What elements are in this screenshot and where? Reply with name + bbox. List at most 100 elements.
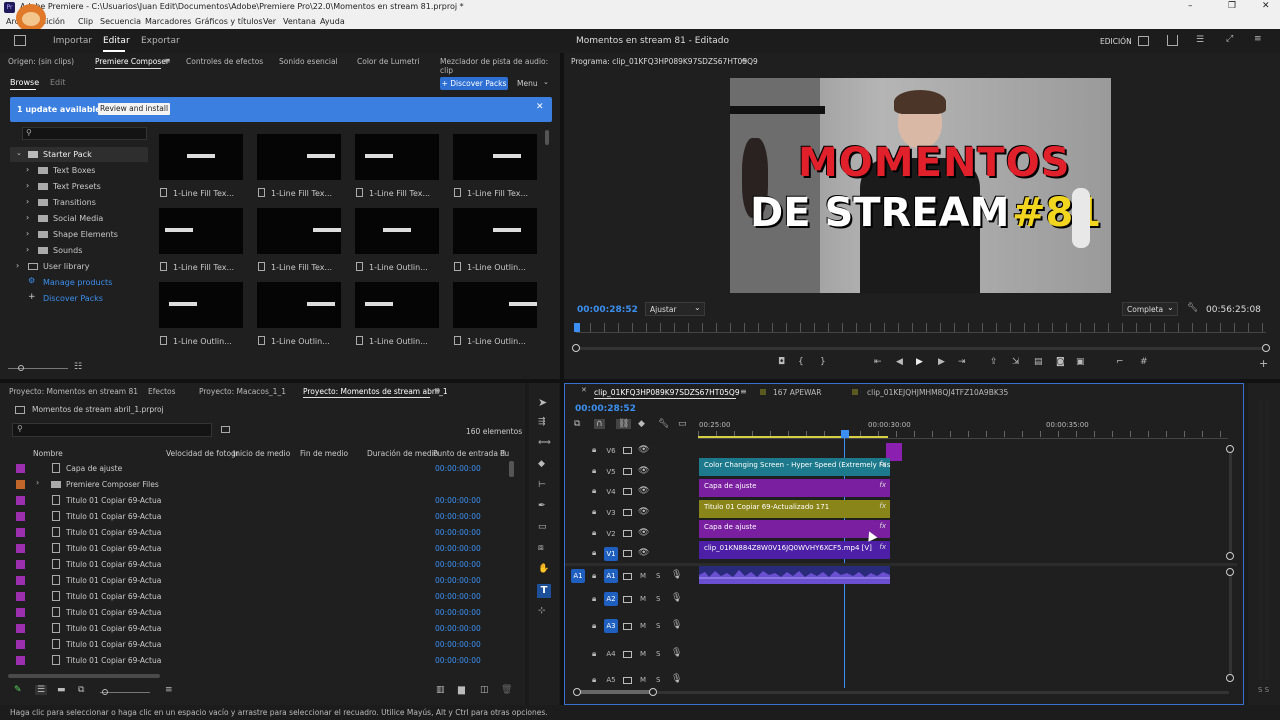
track-name[interactable]: V6 <box>604 444 618 458</box>
v2-clip[interactable]: Capa de ajuste fx <box>699 520 890 538</box>
pen-tool-icon[interactable]: ✒ <box>538 501 546 511</box>
icon-view-icon[interactable]: ▬ <box>57 685 66 695</box>
zoom-slider-thumb[interactable] <box>18 365 24 371</box>
lift-icon[interactable]: ⇪ <box>990 357 998 367</box>
hscroll-handle[interactable] <box>649 688 657 696</box>
track-name[interactable]: A5 <box>604 673 618 687</box>
tab-exportar[interactable]: Exportar <box>141 36 180 46</box>
column-inicio[interactable]: Inicio de medio <box>233 449 290 458</box>
notifications-icon[interactable]: ≡ <box>1254 34 1262 44</box>
column-punto-salida[interactable]: Pu <box>500 449 509 458</box>
column-fin[interactable]: Fin de medio <box>300 449 348 458</box>
pack-thumbnail[interactable] <box>257 134 341 180</box>
menu-graficos[interactable]: Gráficos y títulos <box>195 17 263 26</box>
pack-thumbnail[interactable] <box>453 208 537 254</box>
selection-tool-icon[interactable]: ➤ <box>538 396 547 409</box>
pack-thumbnail[interactable] <box>257 282 341 328</box>
sync-lock-icon[interactable] <box>623 488 632 495</box>
lock-icon[interactable]: 🔒︎ <box>592 548 596 558</box>
mute-button[interactable]: M <box>640 595 646 603</box>
hand-tool-icon[interactable]: ✋ <box>538 564 549 574</box>
zoom-slider-icon[interactable] <box>8 368 68 369</box>
tab-premiere-composer[interactable]: Premiere Composer <box>95 57 169 66</box>
project-list-scrollbar[interactable] <box>509 461 514 477</box>
menu-clip[interactable]: Clip <box>78 17 93 26</box>
ripple-edit-icon[interactable]: ⟺ <box>538 438 551 448</box>
tree-item-discover-packs[interactable]: + Discover Packs <box>10 291 148 306</box>
sync-lock-icon[interactable] <box>623 509 632 516</box>
freeform-view-icon[interactable]: ⧉ <box>78 685 84 695</box>
project-row[interactable]: Titulo 01 Copiar 69-Actualiza 00:00:00:00 <box>8 525 516 541</box>
pack-thumbnail[interactable] <box>355 282 439 328</box>
hscroll-handle[interactable] <box>573 688 581 696</box>
eye-icon[interactable]: 👁︎ <box>638 548 649 558</box>
project-hscrollbar[interactable] <box>8 674 160 678</box>
go-to-in-icon[interactable]: ⇤ <box>874 357 882 367</box>
solo-button[interactable]: S <box>656 595 660 603</box>
label-color-swatch[interactable] <box>16 544 25 553</box>
extract-icon[interactable]: ⇲ <box>1012 357 1020 367</box>
sync-lock-icon[interactable] <box>623 573 632 580</box>
track-name[interactable]: V4 <box>604 485 618 499</box>
timeline-vscroll-audio[interactable] <box>1229 572 1232 678</box>
linked-selection-icon[interactable]: ⛓ <box>616 419 632 429</box>
mark-out-icon[interactable]: } <box>820 357 826 367</box>
vscroll-handle[interactable] <box>1226 552 1234 560</box>
audio-track-header[interactable]: 🔒︎ A3 M S 🎙︎ <box>565 618 698 638</box>
column-nombre[interactable]: Nombre <box>33 449 63 458</box>
project-row[interactable]: Titulo 01 Copiar 69-Actualiza 00:00:00:00 <box>8 621 516 637</box>
microphone-icon[interactable]: 🎙︎ <box>671 620 682 630</box>
tree-item-manage-products[interactable]: ⚙ Manage products <box>10 275 148 290</box>
label-color-swatch[interactable] <box>16 576 25 585</box>
tab-project-macacos[interactable]: Proyecto: Macacos_1_1 <box>199 387 286 396</box>
trim-icon[interactable]: ⌐ <box>1116 357 1124 367</box>
captions-icon[interactable]: ▭ <box>678 419 687 429</box>
solo-button[interactable]: S <box>656 572 660 580</box>
menu-ventana[interactable]: Ventana <box>283 17 316 26</box>
composer-menu-dropdown[interactable]: Menu ⌄ <box>514 77 552 90</box>
pack-thumbnail[interactable] <box>453 134 537 180</box>
mute-button[interactable]: M <box>640 572 646 580</box>
microphone-icon[interactable]: 🎙︎ <box>671 570 682 580</box>
tree-item-user-library[interactable]: › User library <box>10 259 148 274</box>
close-icon[interactable]: ✕ <box>536 102 544 112</box>
tab-controles-efectos[interactable]: Controles de efectos <box>186 57 263 66</box>
pencil-icon[interactable]: ✎ <box>14 685 22 695</box>
program-zoom-bar[interactable] <box>576 347 1266 350</box>
maximize-button[interactable]: ❐ <box>1228 1 1236 11</box>
project-row[interactable]: Titulo 01 Copiar 69-Actualiza 00:00:00:00 <box>8 509 516 525</box>
add-marker-icon[interactable]: ◘ <box>778 357 785 367</box>
audio-track-header[interactable]: A1 🔒︎ A1 M S 🎙︎ <box>565 568 698 588</box>
label-color-swatch[interactable] <box>16 560 25 569</box>
timeline-hscroll[interactable] <box>577 691 1229 694</box>
project-row[interactable]: Titulo 01 Copiar 69-Actualiza 00:00:00:00 <box>8 557 516 573</box>
track-name[interactable]: V2 <box>604 527 618 541</box>
v4-clip[interactable]: Capa de ajuste fx <box>699 479 890 497</box>
track-name[interactable]: V3 <box>604 506 618 520</box>
close-button[interactable]: ✕ <box>1262 1 1270 11</box>
eye-icon[interactable]: 👁︎ <box>638 486 649 496</box>
eye-icon[interactable]: 👁︎ <box>638 466 649 476</box>
video-track-header[interactable]: 🔒︎ V6 👁︎ <box>565 443 698 461</box>
label-color-swatch[interactable] <box>16 592 25 601</box>
pack-thumbnail[interactable] <box>355 208 439 254</box>
button-editor-icon[interactable]: + <box>1259 357 1268 370</box>
tree-item-text-presets[interactable]: › Text Presets <box>10 179 148 194</box>
project-row[interactable]: Titulo 01 Copiar 69-Actualiza 00:00:00:00 <box>8 573 516 589</box>
tree-item-shape-elements[interactable]: › Shape Elements <box>10 227 148 242</box>
program-ruler[interactable] <box>576 323 1266 333</box>
minimize-button[interactable]: – <box>1188 1 1193 11</box>
subtab-edit[interactable]: Edit <box>50 78 66 87</box>
discover-packs-button[interactable]: + Discover Packs <box>440 77 508 90</box>
vscroll-handle[interactable] <box>1226 674 1234 682</box>
pack-thumbnail[interactable] <box>355 134 439 180</box>
eye-icon[interactable]: 👁︎ <box>638 528 649 538</box>
tree-item-text-boxes[interactable]: › Text Boxes <box>10 163 148 178</box>
export-frame-icon[interactable]: ▤ <box>1034 357 1043 367</box>
source-patch[interactable]: A1 <box>571 569 585 583</box>
menu-marcadores[interactable]: Marcadores <box>145 17 191 26</box>
pack-thumbnail[interactable] <box>159 134 243 180</box>
vscroll-handle[interactable] <box>1226 568 1234 576</box>
tab-project-momentos-abril[interactable]: Proyecto: Momentos de stream abril_1 <box>303 387 448 396</box>
pack-thumbnail[interactable] <box>159 208 243 254</box>
